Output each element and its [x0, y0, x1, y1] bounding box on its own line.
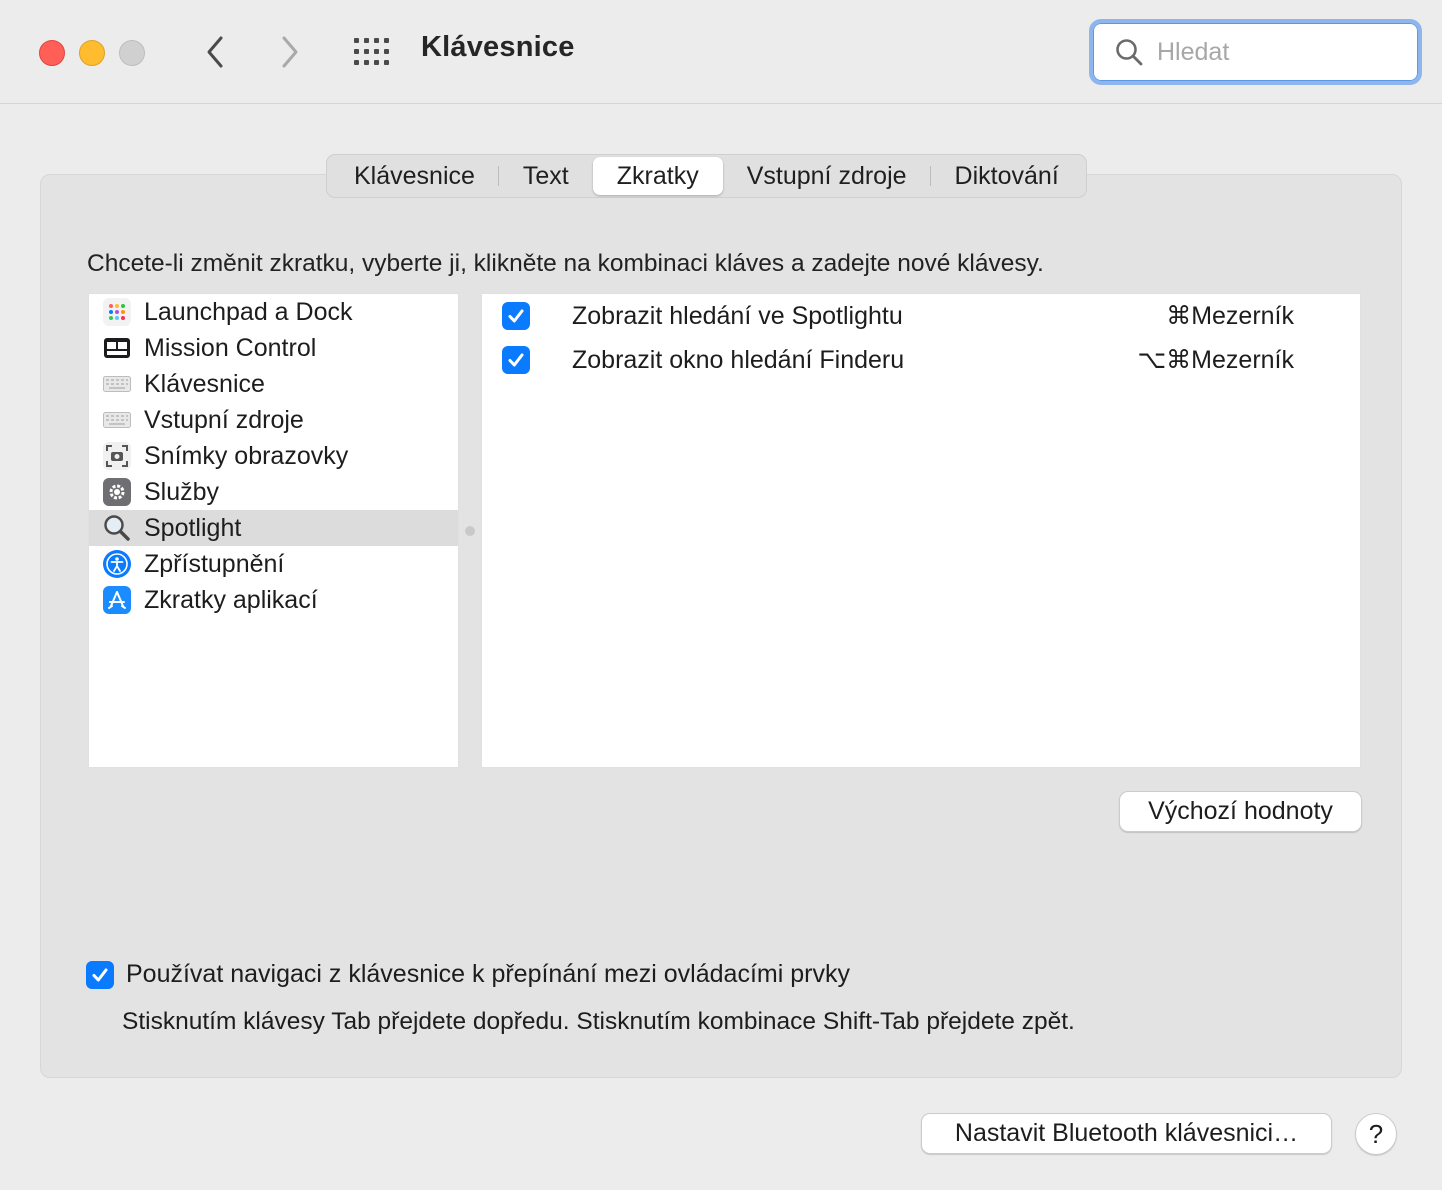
grid-icon: [354, 38, 389, 65]
category-label: Klávesnice: [144, 369, 265, 398]
tab-text[interactable]: Text: [499, 157, 593, 195]
accessibility-icon: [103, 550, 131, 578]
forward-button[interactable]: [270, 32, 310, 72]
category-vstupni-zdroje[interactable]: Vstupní zdroje: [89, 402, 458, 438]
shortcut-categories-list: Launchpad a Dock Mission Control Klávesn…: [88, 293, 459, 768]
checkmark-icon: [508, 353, 524, 367]
mission-control-icon: [103, 334, 131, 362]
app-store-icon: [103, 586, 131, 614]
category-label: Zpřístupnění: [144, 549, 285, 578]
category-snimky-obrazovky[interactable]: Snímky obrazovky: [89, 438, 458, 474]
tab-bar: Klávesnice Text Zkratky Vstupní zdroje D…: [326, 154, 1087, 198]
chevron-right-icon: [282, 36, 298, 68]
tab-klavesnice[interactable]: Klávesnice: [330, 157, 499, 195]
gear-icon: [103, 478, 131, 506]
keyboard-navigation-label: Používat navigaci z klávesnice k přepíná…: [126, 960, 850, 988]
category-zkratky-aplikaci[interactable]: Zkratky aplikací: [89, 582, 458, 618]
shortcut-keys[interactable]: ⌘Mezerník: [1166, 301, 1294, 331]
category-label: Snímky obrazovky: [144, 441, 349, 470]
restore-defaults-button[interactable]: Výchozí hodnoty: [1119, 791, 1362, 832]
shortcuts-list: Zobrazit hledání ve Spotlightu ⌘Mezerník…: [481, 293, 1361, 768]
shortcut-label: Zobrazit okno hledání Finderu: [572, 345, 905, 374]
shortcut-row[interactable]: Zobrazit hledání ve Spotlightu ⌘Mezerník: [482, 294, 1360, 338]
help-button[interactable]: ?: [1355, 1113, 1397, 1155]
category-launchpad-dock[interactable]: Launchpad a Dock: [89, 294, 458, 330]
close-window-button[interactable]: [39, 40, 65, 66]
magnifier-icon: [103, 514, 131, 542]
keyboard-icon: [103, 370, 131, 398]
tab-diktovani[interactable]: Diktování: [931, 157, 1083, 195]
title-bar: Klávesnice: [0, 0, 1442, 104]
search-field[interactable]: [1089, 19, 1422, 85]
show-all-button[interactable]: [350, 32, 394, 72]
instruction-text: Chcete-li změnit zkratku, vyberte ji, kl…: [87, 250, 1044, 277]
shortcut-checkbox[interactable]: [502, 302, 530, 330]
setup-bluetooth-keyboard-button[interactable]: Nastavit Bluetooth klávesnici…: [921, 1113, 1332, 1154]
category-spotlight[interactable]: Spotlight: [89, 510, 458, 546]
tab-vstupni-zdroje[interactable]: Vstupní zdroje: [723, 157, 931, 195]
category-label: Spotlight: [144, 513, 242, 542]
search-icon: [1115, 37, 1145, 67]
checkmark-icon: [92, 968, 108, 981]
keyboard-navigation-option[interactable]: Používat navigaci z klávesnice k přepíná…: [86, 960, 850, 989]
launchpad-icon: [103, 298, 131, 326]
category-zpristupneni[interactable]: Zpřístupnění: [89, 546, 458, 582]
checkmark-icon: [508, 309, 524, 323]
category-label: Launchpad a Dock: [144, 297, 353, 326]
minimize-window-button[interactable]: [79, 40, 105, 66]
category-label: Služby: [144, 477, 220, 506]
split-view-divider[interactable]: [465, 526, 475, 536]
system-preferences-window: Klávesnice Klávesnice Text Zkratky Vstup…: [0, 0, 1442, 1190]
back-button[interactable]: [195, 32, 235, 72]
window-title: Klávesnice: [421, 31, 575, 63]
search-input[interactable]: [1157, 37, 1397, 67]
category-label: Vstupní zdroje: [144, 405, 304, 434]
chevron-left-icon: [207, 36, 223, 68]
shortcut-row[interactable]: Zobrazit okno hledání Finderu ⌥⌘Mezerník: [482, 338, 1360, 382]
category-sluzby[interactable]: Služby: [89, 474, 458, 510]
keyboard-navigation-description: Stisknutím klávesy Tab přejdete dopředu.…: [122, 1008, 1075, 1035]
category-klavesnice[interactable]: Klávesnice: [89, 366, 458, 402]
shortcut-checkbox[interactable]: [502, 346, 530, 374]
tab-zkratky[interactable]: Zkratky: [592, 157, 723, 195]
category-mission-control[interactable]: Mission Control: [89, 330, 458, 366]
shortcut-label: Zobrazit hledání ve Spotlightu: [572, 301, 903, 330]
shortcut-keys[interactable]: ⌥⌘Mezerník: [1137, 345, 1294, 375]
screenshot-icon: [103, 442, 131, 470]
keyboard-icon: [103, 406, 131, 434]
category-label: Mission Control: [144, 333, 317, 362]
keyboard-navigation-checkbox[interactable]: [86, 960, 114, 989]
zoom-window-button[interactable]: [119, 40, 145, 66]
category-label: Zkratky aplikací: [144, 585, 318, 614]
